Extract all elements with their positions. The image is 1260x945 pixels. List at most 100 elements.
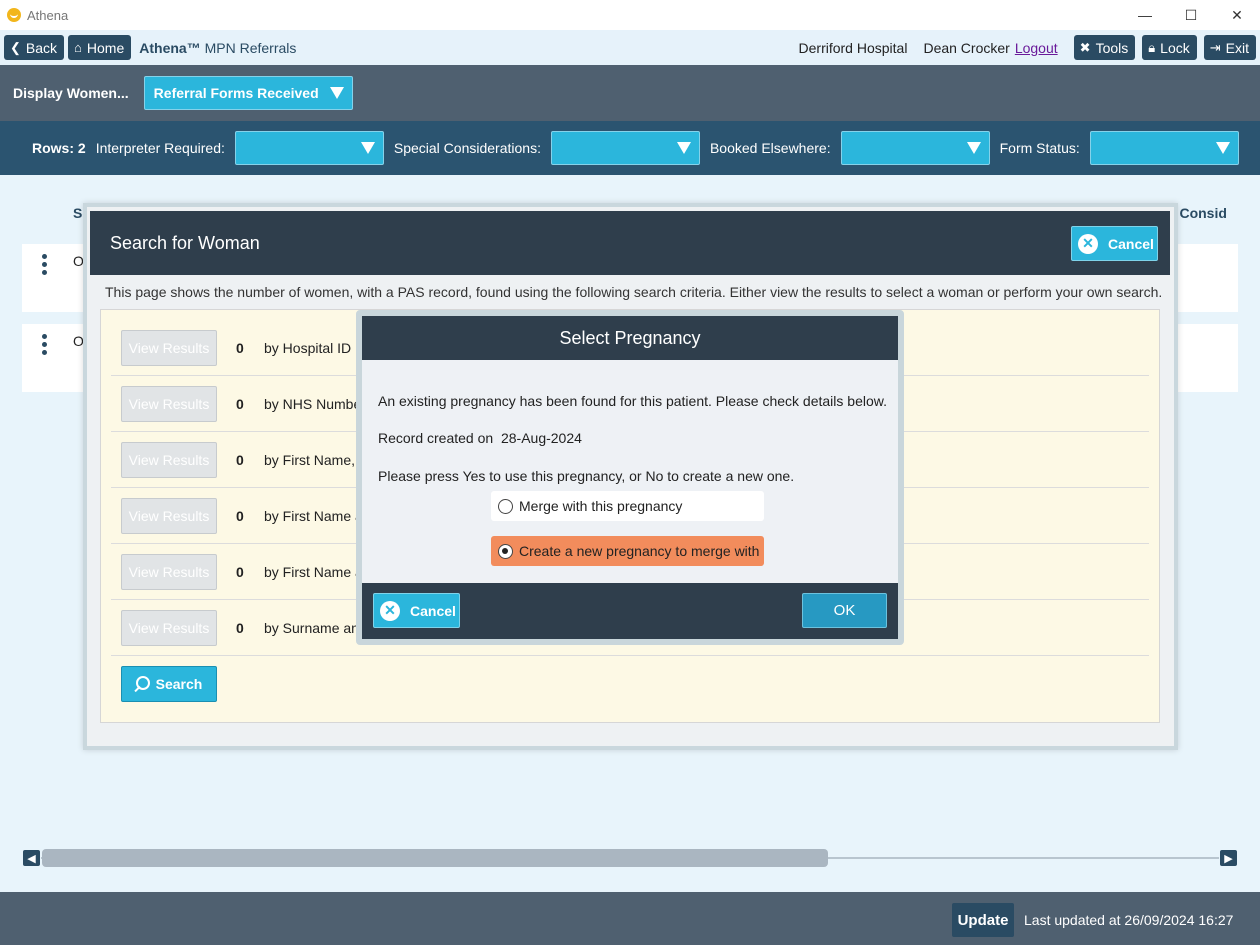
- tools-icon: ✖: [1079, 39, 1091, 55]
- tools-button[interactable]: ✖ Tools: [1073, 35, 1136, 60]
- ok-button[interactable]: OK: [802, 593, 887, 628]
- criteria-count: 0: [236, 452, 244, 468]
- lock-icon: 🔒︎: [1148, 39, 1156, 55]
- chevron-left-icon: ❮: [10, 39, 21, 55]
- close-window-button[interactable]: ✕: [1214, 0, 1260, 30]
- search-cancel-label: Cancel: [1108, 235, 1154, 252]
- special-considerations-label: Special Considerations:: [393, 140, 541, 156]
- criteria-label: by Hospital ID: [264, 340, 352, 356]
- display-women-selected: Referral Forms Received: [153, 85, 319, 101]
- filter-bar: Rows: 2 Interpreter Required: Special Co…: [0, 121, 1260, 175]
- record-created-date: 28-Aug-2024: [500, 430, 582, 446]
- select-pregnancy-title: Select Pregnancy: [362, 316, 898, 360]
- interpreter-label: Interpreter Required:: [95, 140, 225, 156]
- window-titlebar: Athena — ☐ ✕: [0, 0, 1260, 30]
- merge-pregnancy-option[interactable]: Merge with this pregnancy: [491, 491, 764, 521]
- nav-right-group: Derriford Hospital Dean Crocker Logout ✖…: [799, 30, 1260, 65]
- search-info-text: This page shows the number of women, wit…: [105, 284, 1163, 300]
- horizontal-scrollbar[interactable]: ◀ ▶: [23, 849, 1237, 867]
- pregnancy-modal-footer: ✕ Cancel OK: [362, 583, 898, 639]
- criteria-count: 0: [236, 508, 244, 524]
- display-women-label: Display Women...: [13, 85, 129, 101]
- minimize-button[interactable]: —: [1122, 0, 1168, 30]
- display-women-bar: Display Women... Referral Forms Received: [0, 65, 1260, 121]
- maximize-button[interactable]: ☐: [1168, 0, 1214, 30]
- interpreter-dropdown[interactable]: [234, 131, 384, 165]
- exit-button[interactable]: ⇥ Exit: [1203, 35, 1256, 60]
- lock-button[interactable]: 🔒︎ Lock: [1142, 35, 1197, 60]
- home-button[interactable]: ⌂ Home: [68, 35, 132, 60]
- caret-down-icon: [360, 142, 375, 154]
- cancel-x-icon: ✕: [1078, 233, 1098, 254]
- scroll-right-icon[interactable]: ▶: [1220, 850, 1237, 866]
- rows-count: Rows: 2: [32, 140, 86, 156]
- criteria-count: 0: [236, 396, 244, 412]
- last-updated-text: Last updated at 26/09/2024 16:27: [1024, 912, 1234, 928]
- booked-elsewhere-dropdown[interactable]: [840, 131, 990, 165]
- lock-label: Lock: [1160, 39, 1190, 56]
- display-women-dropdown[interactable]: Referral Forms Received: [143, 76, 353, 110]
- select-pregnancy-modal: Select Pregnancy An existing pregnancy h…: [356, 310, 904, 645]
- form-status-dropdown[interactable]: [1089, 131, 1239, 165]
- update-button[interactable]: Update: [952, 903, 1014, 937]
- caret-down-icon: [1215, 142, 1230, 154]
- tools-label: Tools: [1095, 39, 1129, 56]
- view-results-button[interactable]: View Results: [121, 554, 217, 590]
- view-results-button[interactable]: View Results: [121, 442, 217, 478]
- radio-unchecked-icon[interactable]: [498, 498, 513, 514]
- search-cancel-button[interactable]: ✕ Cancel: [1071, 226, 1158, 261]
- special-considerations-dropdown[interactable]: [550, 131, 700, 165]
- view-results-button[interactable]: View Results: [121, 610, 217, 646]
- pregnancy-instruction: Please press Yes to use this pregnancy, …: [378, 468, 795, 484]
- kebab-menu-icon[interactable]: [42, 334, 48, 358]
- scroll-thumb[interactable]: [42, 849, 828, 867]
- search-dialog-header: Search for Woman ✕ Cancel: [90, 211, 1170, 275]
- criteria-label: by First Name a: [264, 564, 363, 580]
- criteria-label: by NHS Number: [264, 396, 366, 412]
- back-label: Back: [25, 39, 58, 56]
- create-pregnancy-option[interactable]: Create a new pregnancy to merge with: [491, 536, 764, 566]
- create-option-label: Create a new pregnancy to merge with: [519, 543, 760, 559]
- booked-elsewhere-label: Booked Elsewhere:: [709, 140, 831, 156]
- brand-module: MPN Referrals: [204, 39, 297, 56]
- view-results-button[interactable]: View Results: [121, 498, 217, 534]
- criteria-count: 0: [236, 340, 244, 356]
- kebab-menu-icon[interactable]: [42, 254, 48, 278]
- radio-checked-icon[interactable]: [498, 543, 513, 559]
- top-navigation: ❮ Back ⌂ Home Athena™ MPN Referrals Derr…: [0, 30, 1260, 65]
- window-controls: — ☐ ✕: [1122, 0, 1260, 30]
- back-button[interactable]: ❮ Back: [4, 35, 65, 60]
- search-button[interactable]: Search: [121, 666, 217, 702]
- criteria-label: by First Name, S: [264, 452, 369, 468]
- record-created: Record created on 28-Aug-2024: [378, 430, 582, 446]
- view-results-button[interactable]: View Results: [121, 386, 217, 422]
- pregnancy-cancel-label: Cancel: [410, 602, 456, 619]
- exit-label: Exit: [1225, 39, 1249, 56]
- merge-option-label: Merge with this pregnancy: [519, 498, 683, 514]
- home-icon: ⌂: [74, 40, 82, 55]
- pregnancy-cancel-button[interactable]: ✕ Cancel: [373, 593, 460, 628]
- view-results-button[interactable]: View Results: [121, 330, 217, 366]
- logout-link[interactable]: Logout: [1015, 40, 1058, 56]
- brand-name: Athena™: [139, 39, 201, 56]
- caret-down-icon: [676, 142, 691, 154]
- user-name: Dean Crocker: [923, 39, 1010, 56]
- criteria-count: 0: [236, 564, 244, 580]
- caret-down-icon: [966, 142, 981, 154]
- scroll-left-icon[interactable]: ◀: [23, 850, 40, 866]
- athena-logo-icon: [7, 8, 21, 22]
- home-label: Home: [86, 39, 125, 56]
- window-title: Athena: [27, 7, 69, 23]
- criteria-count: 0: [236, 620, 244, 636]
- search-dialog-title: Search for Woman: [110, 233, 260, 253]
- criteria-label: by First Name a: [264, 508, 363, 524]
- criteria-label: by Surname and: [264, 620, 367, 636]
- hospital-name: Derriford Hospital: [798, 39, 908, 56]
- app-brand: Athena™ MPN Referrals: [139, 40, 296, 56]
- footer-bar: Update Last updated at 26/09/2024 16:27: [0, 892, 1260, 945]
- search-icon: [135, 675, 150, 690]
- caret-down-icon: [329, 87, 344, 99]
- form-status-label: Form Status:: [999, 140, 1080, 156]
- exit-icon: ⇥: [1209, 39, 1221, 55]
- search-label: Search: [155, 676, 203, 692]
